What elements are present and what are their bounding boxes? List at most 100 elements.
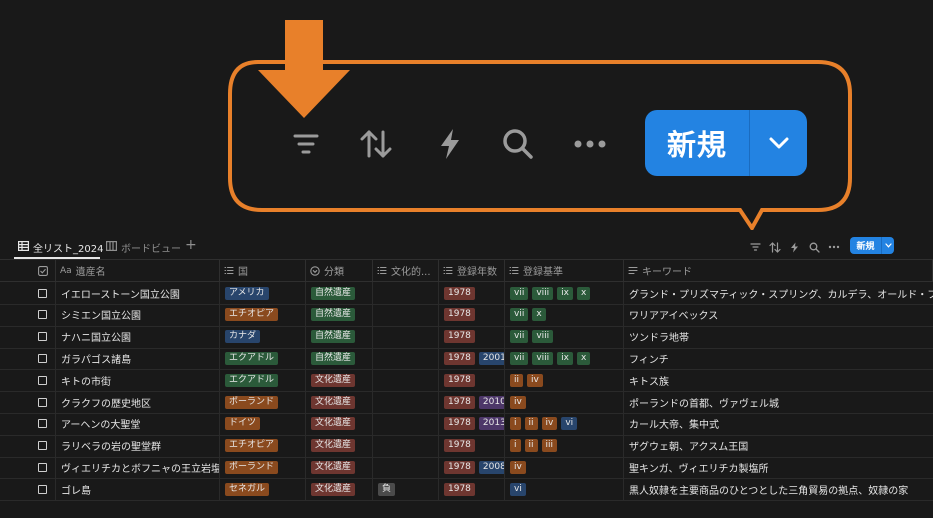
criteria-cell[interactable]: vii x <box>505 303 624 326</box>
table-row[interactable]: クラクフの歴史地区 ポーランド 文化遺産 1978 2010 iv ポーランドの首都、ヴァヴ… <box>0 391 933 414</box>
category-cell[interactable]: 自然遺産 <box>306 303 373 326</box>
cultural-cell[interactable] <box>373 369 439 392</box>
lightning-icon[interactable] <box>430 124 470 164</box>
cultural-cell[interactable] <box>373 347 439 370</box>
heritage-name-cell[interactable]: ナハニ国立公園 <box>56 325 220 348</box>
table-row[interactable]: キトの市街 エクアドル 文化遺産 1978 ii iv キトス族 <box>0 369 933 393</box>
criteria-cell[interactable]: vi <box>505 478 624 501</box>
category-cell[interactable]: 文化遺産 <box>306 478 373 501</box>
new-button[interactable]: 新規 <box>850 237 894 254</box>
row-checkbox[interactable] <box>38 441 47 451</box>
criteria-cell[interactable]: ii iv <box>505 369 624 392</box>
row-checkbox-cell[interactable] <box>30 369 56 392</box>
column-header[interactable]: 国 <box>220 260 306 281</box>
filter-icon[interactable] <box>286 124 326 164</box>
country-cell[interactable]: アメリカ <box>220 282 306 304</box>
registration-year-cell[interactable]: 1978 <box>439 478 505 501</box>
row-checkbox-cell[interactable] <box>30 412 56 435</box>
country-cell[interactable]: エクアドル <box>220 369 306 392</box>
table-row[interactable]: シミエン国立公園 エチオピア 自然遺産 1978 vii x ワリアアイベックス <box>0 303 933 327</box>
cultural-cell[interactable] <box>373 434 439 457</box>
country-cell[interactable]: ポーランド <box>220 456 306 479</box>
category-cell[interactable]: 自然遺産 <box>306 282 373 304</box>
row-checkbox[interactable] <box>38 353 47 363</box>
category-cell[interactable]: 自然遺産 <box>306 325 373 348</box>
category-cell[interactable]: 文化遺産 <box>306 412 373 435</box>
keywords-cell[interactable]: ツンドラ地帯 <box>624 326 933 348</box>
sort-icon[interactable] <box>356 124 396 164</box>
keywords-cell[interactable]: 聖キンガ、ヴィエリチカ製塩所 <box>624 456 933 478</box>
category-cell[interactable]: 文化遺産 <box>306 391 373 413</box>
table-row[interactable]: ガラパゴス諸島 エクアドル 自然遺産 1978 2001 vii viii ix x フィンチ <box>0 347 933 371</box>
row-checkbox-cell[interactable] <box>30 303 56 326</box>
column-header[interactable] <box>30 260 56 281</box>
row-checkbox[interactable] <box>38 288 47 298</box>
country-cell[interactable]: カナダ <box>220 325 306 348</box>
row-checkbox-cell[interactable] <box>30 456 56 479</box>
keywords-cell[interactable]: 黒人奴隷を主要商品のひとつとした三角貿易の拠点、奴隷の家 <box>624 478 933 500</box>
sort-icon[interactable] <box>769 238 781 256</box>
criteria-cell[interactable]: vii viii ix x <box>505 347 624 370</box>
cultural-cell[interactable] <box>373 303 439 326</box>
registration-year-cell[interactable]: 1978 <box>439 434 505 457</box>
tab-board-view[interactable]: ボードビュー <box>106 238 181 256</box>
registration-year-cell[interactable]: 1978 2001 <box>439 347 505 370</box>
registration-year-cell[interactable]: 1978 <box>439 369 505 392</box>
table-row[interactable]: ゴレ島 セネガル 文化遺産 負 1978 vi 黒人奴隷を主要商品のひとつとした三角貿易の拠… <box>0 478 933 502</box>
heritage-name-cell[interactable]: ラリベラの岩の聖堂群 <box>56 434 220 457</box>
registration-year-cell[interactable]: 1978 <box>439 303 505 326</box>
registration-year-cell[interactable]: 1978 2013 <box>439 412 505 435</box>
column-header[interactable]: 分類 <box>306 260 373 281</box>
row-checkbox-cell[interactable] <box>30 434 56 457</box>
tab-all-list[interactable]: 全リスト_2024 <box>18 238 103 256</box>
search-icon[interactable] <box>809 238 820 256</box>
row-checkbox-cell[interactable] <box>30 478 56 501</box>
row-checkbox[interactable] <box>38 332 47 342</box>
column-header[interactable]: キーワード <box>624 260 933 281</box>
row-checkbox[interactable] <box>38 419 47 429</box>
column-header[interactable]: Aa 遺産名 <box>56 260 220 281</box>
country-cell[interactable]: エチオピア <box>220 434 306 457</box>
table-row[interactable]: ナハニ国立公園 カナダ 自然遺産 1978 vii viii ツンドラ地帯 <box>0 325 933 349</box>
keywords-cell[interactable]: ザグウェ朝、アクスム王国 <box>624 435 933 457</box>
cultural-cell[interactable] <box>373 282 439 304</box>
column-header[interactable]: 登録年数 <box>439 260 505 281</box>
category-cell[interactable]: 文化遺産 <box>306 434 373 457</box>
keywords-cell[interactable]: カール大帝、集中式 <box>624 413 933 435</box>
chevron-down-icon[interactable] <box>882 243 894 248</box>
keywords-cell[interactable]: グランド・プリズマティック・スプリング、カルデラ、オールド・フェー <box>624 282 933 304</box>
country-cell[interactable]: エチオピア <box>220 303 306 326</box>
category-cell[interactable]: 文化遺産 <box>306 369 373 392</box>
criteria-cell[interactable]: iv <box>505 391 624 413</box>
zoomed-new-button[interactable]: 新規 <box>645 110 807 176</box>
keywords-cell[interactable]: ワリアアイベックス <box>624 304 933 326</box>
row-checkbox[interactable] <box>38 462 47 472</box>
table-row[interactable]: ラリベラの岩の聖堂群 エチオピア 文化遺産 1978 i ii iii ザグウェ朝、アクスム王… <box>0 434 933 458</box>
keywords-cell[interactable]: キトス族 <box>624 369 933 391</box>
cultural-cell[interactable]: 負 <box>373 478 439 501</box>
registration-year-cell[interactable]: 1978 <box>439 282 505 304</box>
row-checkbox-cell[interactable] <box>30 325 56 348</box>
heritage-name-cell[interactable]: キトの市街 <box>56 369 220 392</box>
row-checkbox-cell[interactable] <box>30 282 56 304</box>
country-cell[interactable]: エクアドル <box>220 347 306 370</box>
category-cell[interactable]: 自然遺産 <box>306 347 373 370</box>
category-cell[interactable]: 文化遺産 <box>306 456 373 479</box>
keywords-cell[interactable]: ポーランドの首都、ヴァヴェル城 <box>624 391 933 413</box>
row-checkbox[interactable] <box>38 397 47 407</box>
column-header[interactable]: 文化的... <box>373 260 439 281</box>
criteria-cell[interactable]: i ii iv vi <box>505 412 624 435</box>
row-checkbox[interactable] <box>38 310 47 320</box>
column-header[interactable]: 登録基準 <box>505 260 624 281</box>
row-checkbox-cell[interactable] <box>30 391 56 413</box>
heritage-name-cell[interactable]: ゴレ島 <box>56 478 220 501</box>
table-row[interactable]: イエローストーン国立公園 アメリカ 自然遺産 1978 vii viii ix x グランド・プ… <box>0 282 933 305</box>
cultural-cell[interactable] <box>373 325 439 348</box>
heritage-name-cell[interactable]: イエローストーン国立公園 <box>56 282 220 304</box>
search-icon[interactable] <box>498 124 538 164</box>
heritage-name-cell[interactable]: ガラパゴス諸島 <box>56 347 220 370</box>
country-cell[interactable]: セネガル <box>220 478 306 501</box>
cultural-cell[interactable] <box>373 391 439 413</box>
country-cell[interactable]: ポーランド <box>220 391 306 413</box>
country-cell[interactable]: ドイツ <box>220 412 306 435</box>
